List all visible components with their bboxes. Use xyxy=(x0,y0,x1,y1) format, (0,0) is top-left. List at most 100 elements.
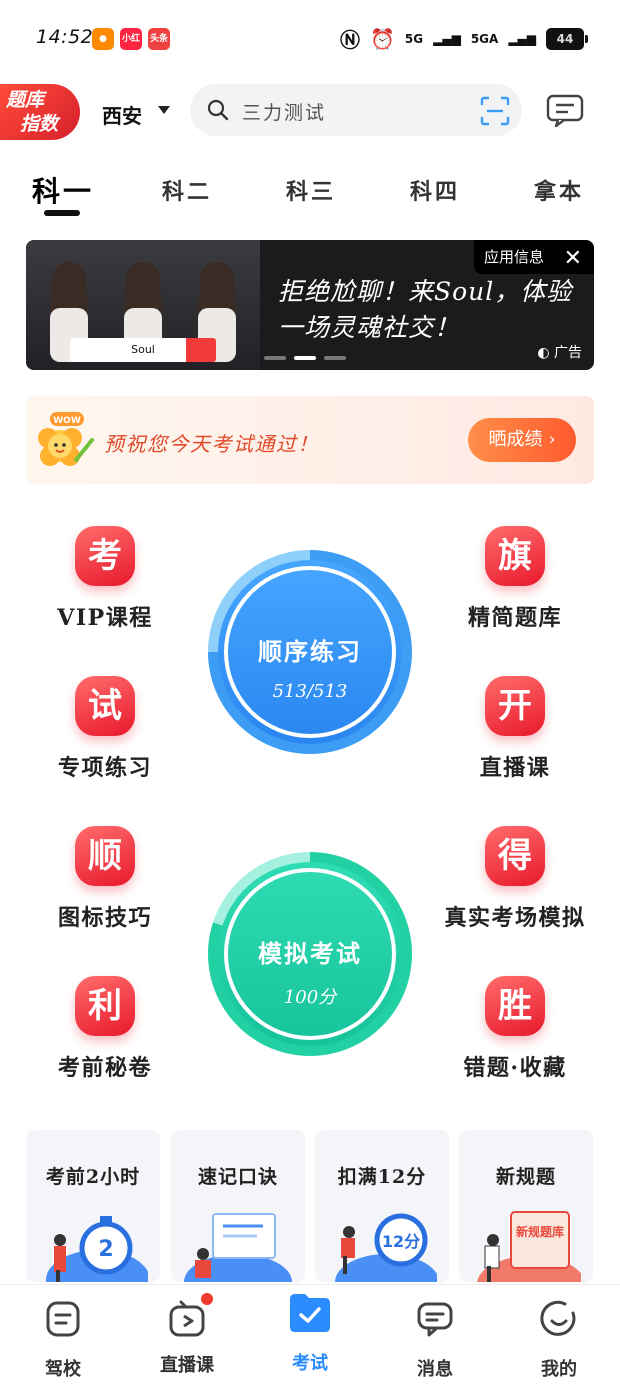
search-input[interactable]: 三力测试 xyxy=(242,98,326,125)
carousel-indicator xyxy=(264,356,346,360)
shi-icon: 试 xyxy=(75,676,135,736)
magnifier-illustration: 12分 xyxy=(335,1213,437,1282)
menu-label: VIP课程 xyxy=(57,605,153,631)
tab-subject-2[interactable]: 科二 xyxy=(162,174,212,206)
chevron-down-icon[interactable] xyxy=(158,106,170,114)
card-title: 扣满12分 xyxy=(337,1166,427,1188)
signal-bars-icon: ▂▄▆ xyxy=(433,31,461,46)
card-new-rules[interactable]: 新规题 新规题库 xyxy=(459,1130,593,1282)
ad-tag-label: 广告 xyxy=(554,345,582,361)
nav-label: 直播课 xyxy=(160,1355,214,1376)
practice-progress: 513/513 xyxy=(272,681,348,702)
ad-banner[interactable]: Soul 应用信息 ✕ 拒绝尬聊！来Soul，体验一场灵魂社交！ ◐ 广告 xyxy=(26,240,594,370)
ad-logo-icon: ◐ xyxy=(537,345,554,361)
card-memory-tips[interactable]: 速记口诀 xyxy=(171,1130,305,1282)
stopwatch-illustration: 2 xyxy=(46,1216,148,1282)
scan-icon[interactable] xyxy=(480,96,510,126)
card-12-points[interactable]: 扣满12分 12分 xyxy=(315,1130,449,1282)
sheng-icon: 胜 xyxy=(485,976,545,1036)
tab-subject-3[interactable]: 科三 xyxy=(286,174,336,206)
status-bar: 14:52 ● 小红书 头条 Ⓝ ⏰ 5G ▂▄▆ 5GA ▂▄▆ 44 xyxy=(0,0,620,76)
nfc-icon: Ⓝ xyxy=(340,28,361,52)
menu-icon-skills[interactable]: 顺 图标技巧 xyxy=(30,826,180,932)
card-title: 新规题 xyxy=(495,1166,556,1188)
close-icon[interactable]: ✕ xyxy=(564,242,582,276)
signal-5ga-icon: 5GA xyxy=(470,31,499,46)
board-illustration xyxy=(184,1213,292,1282)
menu-label: 精简题库 xyxy=(467,605,562,631)
message-icon[interactable] xyxy=(546,94,584,128)
carousel-dot xyxy=(264,356,286,360)
exam-folder-icon xyxy=(290,1294,330,1332)
menu-special-practice[interactable]: 试 专项练习 xyxy=(30,676,180,782)
card-title: 速记口诀 xyxy=(197,1166,278,1188)
practice-title: 顺序练习 xyxy=(258,637,362,666)
practice-circle-inner: 顺序练习 513/513 xyxy=(224,566,396,738)
question-bank-index-badge[interactable]: 题库 指数 xyxy=(0,84,80,140)
menu-label: 图标技巧 xyxy=(57,905,152,931)
message-bubble-icon xyxy=(417,1302,453,1337)
book-illustration: 新规题库 xyxy=(477,1211,581,1282)
wish-banner: WOW 预祝您今天考试通过！ 晒成绩 › xyxy=(26,396,594,484)
driving-school-icon xyxy=(46,1301,80,1337)
ad-image: Soul xyxy=(26,240,260,370)
menu-live-course[interactable]: 开 直播课 xyxy=(440,676,590,782)
profile-smile-icon xyxy=(540,1300,576,1336)
toutiao-icon: 头条 xyxy=(148,28,170,50)
notification-app-icon: ● xyxy=(92,28,114,50)
menu-label: 错题·收藏 xyxy=(463,1055,567,1081)
ad-info-label: 应用信息 xyxy=(484,248,545,266)
search-bar[interactable]: 三力测试 xyxy=(190,84,522,136)
nav-exam[interactable]: 考试 xyxy=(265,1289,355,1375)
live-tv-icon xyxy=(169,1300,205,1337)
shun-icon: 顺 xyxy=(75,826,135,886)
sequential-practice-button[interactable]: 顺序练习 513/513 xyxy=(208,550,412,754)
menu-question-bank[interactable]: 旗 精简题库 xyxy=(440,526,590,632)
ad-app-info[interactable]: 应用信息 ✕ xyxy=(474,240,594,274)
nav-profile[interactable]: 我的 xyxy=(514,1299,604,1381)
signal-bars-icon: ▂▄▆ xyxy=(508,31,536,46)
search-icon xyxy=(207,99,229,121)
card-2h-before-exam[interactable]: 考前2小时 2 xyxy=(26,1130,160,1282)
soul-label: Soul xyxy=(131,343,155,356)
active-tab-indicator xyxy=(44,210,80,216)
xiaohongshu-icon: 小红书 xyxy=(120,28,142,66)
menu-label: 真实考场模拟 xyxy=(444,905,586,931)
share-score-button[interactable]: 晒成绩 › xyxy=(468,418,576,462)
magnifier-text: 12分 xyxy=(382,1232,420,1251)
notification-dot xyxy=(201,1293,213,1305)
alarm-icon: ⏰ xyxy=(370,26,395,51)
book-text: 新规题库 xyxy=(516,1224,564,1239)
nav-label: 考试 xyxy=(292,1353,328,1374)
de-icon: 得 xyxy=(485,826,545,886)
menu-wrong-favorites[interactable]: 胜 错题·收藏 xyxy=(440,976,590,1082)
wish-text: 预祝您今天考试通过！ xyxy=(104,432,319,456)
tab-subject-4[interactable]: 科四 xyxy=(410,174,460,206)
menu-vip-course[interactable]: 考 VIP课程 xyxy=(30,526,180,632)
exam-title: 模拟考试 xyxy=(258,939,362,968)
kao-icon: 考 xyxy=(75,526,135,586)
tab-get-license[interactable]: 拿本 xyxy=(534,174,584,206)
signal-5g-icon: 5G xyxy=(404,31,424,46)
menu-secret-paper[interactable]: 利 考前秘卷 xyxy=(30,976,180,1082)
mock-exam-button[interactable]: 模拟考试 100分 xyxy=(208,852,412,1056)
kai-icon: 开 xyxy=(485,676,545,736)
nav-messages[interactable]: 消息 xyxy=(390,1299,480,1381)
carousel-dot xyxy=(294,356,316,360)
index-badge-line1: 题库 xyxy=(6,89,45,111)
nav-driving-school[interactable]: 驾校 xyxy=(18,1299,108,1381)
search-icon xyxy=(186,338,216,362)
city-selector[interactable]: 西安 xyxy=(102,100,142,129)
nav-live-course[interactable]: 直播课 xyxy=(142,1293,232,1377)
ad-headline: 拒绝尬聊！来Soul，体验一场灵魂社交！ xyxy=(278,277,573,342)
menu-label: 专项练习 xyxy=(57,755,152,781)
tab-subject-1[interactable]: 科一 xyxy=(32,170,94,210)
wow-badge: WOW xyxy=(53,416,81,426)
menu-real-exam-sim[interactable]: 得 真实考场模拟 xyxy=(425,826,605,932)
menu-label: 直播课 xyxy=(479,755,551,781)
exam-circle-inner: 模拟考试 100分 xyxy=(224,868,396,1040)
card-title: 考前2小时 xyxy=(45,1166,141,1188)
status-icons: Ⓝ ⏰ 5G ▂▄▆ 5GA ▂▄▆ 44 xyxy=(340,24,588,53)
ad-soul-search: Soul xyxy=(70,338,216,362)
battery-icon: 44 xyxy=(546,27,588,50)
